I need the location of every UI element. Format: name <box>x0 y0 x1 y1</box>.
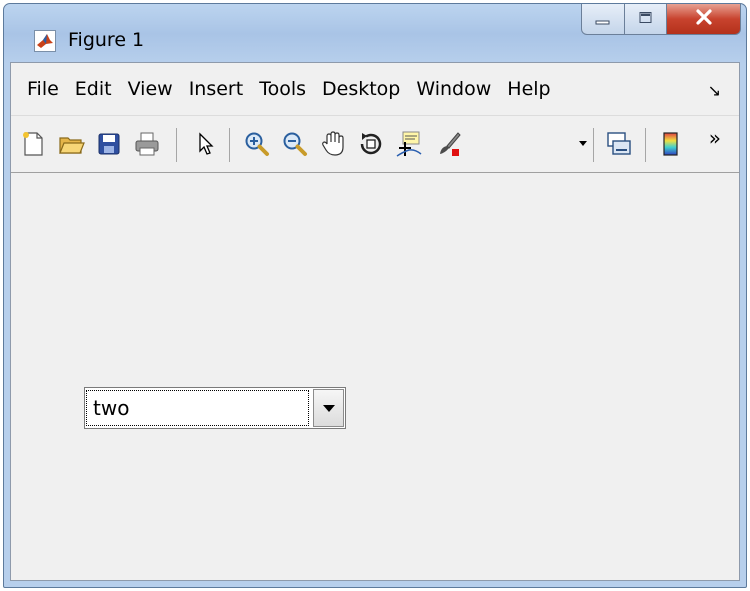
toolbar-separator <box>645 128 646 162</box>
zoom-in-icon[interactable] <box>243 130 271 158</box>
edit-plot-arrow-icon[interactable] <box>191 130 219 158</box>
toolbar-overflow-icon[interactable]: » <box>709 126 721 150</box>
menu-view[interactable]: View <box>120 78 181 100</box>
title-bar[interactable]: Figure 1 <box>4 4 746 58</box>
menu-window[interactable]: Window <box>408 78 499 100</box>
rotate-3d-icon[interactable] <box>357 130 385 158</box>
menu-help[interactable]: Help <box>499 78 558 100</box>
maximize-button[interactable] <box>625 4 667 35</box>
popup-selected-value[interactable]: two <box>86 390 309 426</box>
menu-bar: File Edit View Insert Tools Desktop Wind… <box>11 63 739 115</box>
brush-dropdown-arrow-icon[interactable] <box>579 141 587 146</box>
menu-file[interactable]: File <box>19 78 67 100</box>
data-cursor-icon[interactable] <box>395 130 423 158</box>
popup-dropdown-button[interactable] <box>313 389 344 427</box>
figure-window: Figure 1 File Edit View Insert Tools Des… <box>3 3 747 588</box>
colorbar-icon[interactable] <box>657 130 685 158</box>
window-title: Figure 1 <box>68 29 145 51</box>
close-icon <box>694 9 714 29</box>
figure-toolbar: » <box>11 115 739 173</box>
new-figure-icon[interactable] <box>19 130 47 158</box>
open-file-icon[interactable] <box>57 130 85 158</box>
zoom-out-icon[interactable] <box>281 130 309 158</box>
brush-icon[interactable] <box>435 130 463 158</box>
figure-client-area: File Edit View Insert Tools Desktop Wind… <box>10 62 740 581</box>
chevron-down-icon <box>322 404 335 412</box>
minimize-button[interactable] <box>581 4 625 35</box>
print-icon[interactable] <box>133 130 161 158</box>
matlab-logo-icon <box>34 30 56 52</box>
maximize-icon <box>638 10 654 29</box>
popup-menu[interactable]: two <box>84 387 346 429</box>
menu-edit[interactable]: Edit <box>67 78 120 100</box>
menu-tools[interactable]: Tools <box>251 78 314 100</box>
menu-overflow-icon[interactable]: ↘ <box>708 81 721 100</box>
save-icon[interactable] <box>95 130 123 158</box>
caption-buttons <box>581 4 741 36</box>
toolbar-separator <box>593 128 594 162</box>
close-button[interactable] <box>667 4 741 35</box>
minimize-icon <box>595 10 611 29</box>
toolbar-separator <box>176 128 177 162</box>
toolbar-separator <box>229 128 230 162</box>
pan-hand-icon[interactable] <box>319 130 347 158</box>
menu-insert[interactable]: Insert <box>181 78 252 100</box>
menu-desktop[interactable]: Desktop <box>314 78 408 100</box>
link-plot-icon[interactable] <box>605 130 633 158</box>
